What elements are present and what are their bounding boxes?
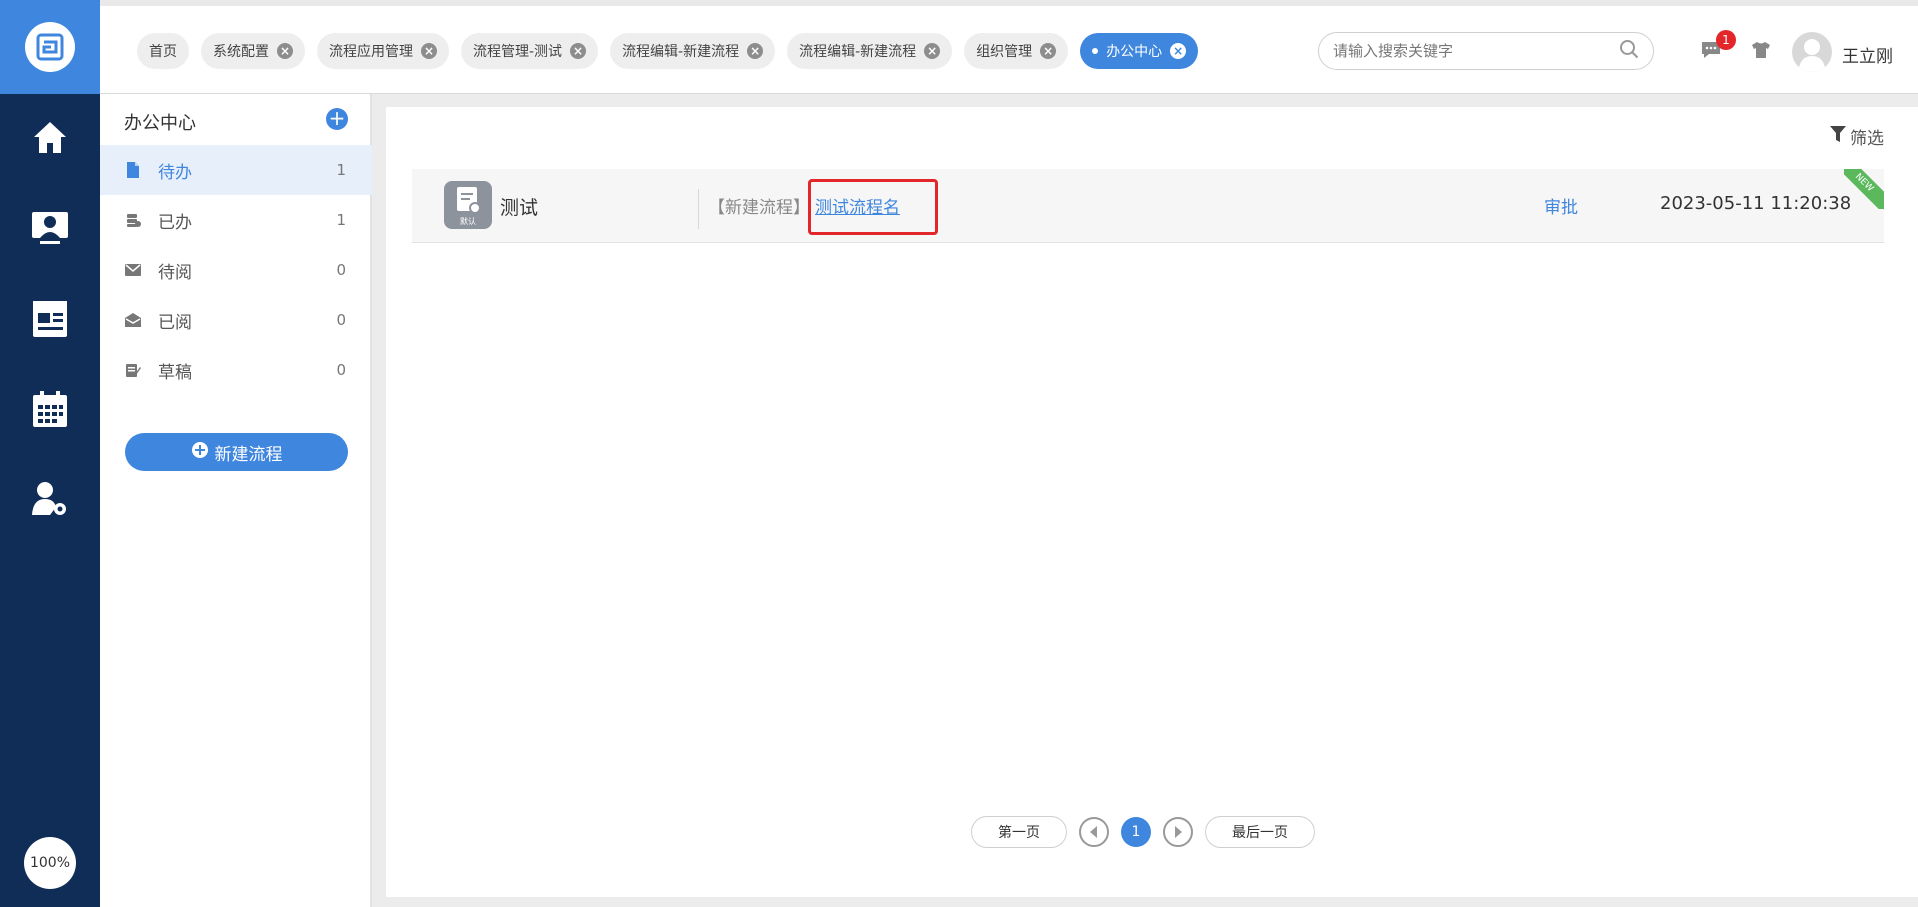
close-icon[interactable]: × <box>421 43 437 59</box>
sidebar-item-label: 已阅 <box>158 312 192 333</box>
avatar[interactable] <box>1792 32 1832 72</box>
close-icon[interactable]: × <box>747 43 764 59</box>
tab-label: 办公中心 <box>1106 44 1163 60</box>
sidebar-item-label: 待办 <box>158 162 192 183</box>
sidebar-item-count: 0 <box>336 311 346 329</box>
filter-button[interactable]: 筛选 <box>1830 124 1884 149</box>
home-icon[interactable] <box>0 107 100 167</box>
triangle-left-icon <box>1090 826 1097 838</box>
open-envelope-icon <box>124 311 142 329</box>
tab-process-management-test[interactable]: 流程管理-测试 × <box>461 33 599 69</box>
tab-process-app-management[interactable]: 流程应用管理 × <box>317 33 449 69</box>
sidebar-item-count: 0 <box>336 361 346 379</box>
page-number[interactable]: 1 <box>1121 817 1151 847</box>
triangle-right-icon <box>1175 826 1182 838</box>
sidebar-item-label: 草稿 <box>158 362 192 383</box>
left-rail: 100% <box>0 0 100 907</box>
divider <box>698 189 699 229</box>
tab-label: 组织管理 <box>976 44 1033 60</box>
filter-label: 筛选 <box>1850 129 1884 149</box>
sidebar-item-to-read[interactable]: 待阅 0 <box>100 245 372 295</box>
next-page-button[interactable] <box>1163 817 1193 847</box>
tab-org-management[interactable]: 组织管理 × <box>964 33 1069 69</box>
new-flow-label: 新建流程 <box>214 444 283 465</box>
notification-badge: 1 <box>1716 30 1736 50</box>
sidebar-item-drafts[interactable]: 草稿 0 <box>100 345 372 395</box>
new-flow-button[interactable]: 新建流程 <box>125 433 348 471</box>
edit-icon <box>124 361 142 379</box>
tab-strip: 首页 系统配置 × 流程应用管理 × 流程管理-测试 × 流程编辑-新建流程 × 流程编… <box>137 33 1199 69</box>
pagination: 第一页 1 最后一页 <box>971 816 1315 848</box>
envelope-icon <box>124 261 142 279</box>
user-settings-icon[interactable] <box>0 469 100 529</box>
plus-circle-icon <box>191 441 209 464</box>
tab-home[interactable]: 首页 <box>137 33 189 69</box>
timestamp: 2023-05-11 11:20:38 <box>1660 193 1852 214</box>
zoom-level[interactable]: 100% <box>24 837 76 889</box>
theme-button[interactable] <box>1750 40 1772 64</box>
tab-label: 流程编辑-新建流程 <box>622 44 740 60</box>
document-icon <box>124 161 142 179</box>
tab-label: 流程应用管理 <box>329 44 413 60</box>
app-logo[interactable] <box>0 0 100 94</box>
stack-icon <box>124 211 142 229</box>
app-icon-caption: 默认 <box>460 216 476 226</box>
tab-process-edit-2[interactable]: 流程编辑-新建流程 × <box>787 33 953 69</box>
news-icon[interactable] <box>0 289 100 349</box>
first-page-button[interactable]: 第一页 <box>971 816 1067 848</box>
last-page-button[interactable]: 最后一页 <box>1205 816 1315 848</box>
tab-process-edit-1[interactable]: 流程编辑-新建流程 × <box>610 33 776 69</box>
active-dot-icon <box>1092 48 1099 54</box>
top-bar: 首页 系统配置 × 流程应用管理 × 流程管理-测试 × 流程编辑-新建流程 × 流程编… <box>100 0 1918 94</box>
sidebar-item-label: 待阅 <box>158 262 192 283</box>
app-root: 100% 首页 系统配置 × 流程应用管理 × 流程管理-测试 × 流程编辑-新建流程… <box>0 0 1918 907</box>
tab-label: 流程管理-测试 <box>473 44 563 60</box>
shirt-icon <box>1752 42 1770 58</box>
logo-icon <box>25 22 75 72</box>
main-panel: 筛选 默认 测试 【新建流程】 测试流程名 审批 2023-05-11 11:2… <box>386 107 1918 897</box>
close-icon[interactable]: × <box>1170 43 1187 59</box>
sidebar-title: 办公中心 <box>124 113 196 134</box>
close-icon[interactable]: × <box>1040 43 1057 59</box>
close-icon[interactable]: × <box>277 43 293 59</box>
tab-label: 首页 <box>149 44 177 60</box>
sidebar: 办公中心 + 待办 1 已办 1 待阅 0 已阅 0 草稿 0 新建流程 <box>100 94 372 907</box>
sidebar-item-count: 0 <box>336 261 346 279</box>
tab-office-center[interactable]: 办公中心 × <box>1080 33 1199 69</box>
filter-icon <box>1830 125 1846 148</box>
app-icon: 默认 <box>444 181 492 229</box>
sidebar-item-count: 1 <box>336 161 346 179</box>
search-box <box>1318 32 1654 70</box>
sidebar-item-count: 1 <box>336 211 346 229</box>
approve-link[interactable]: 审批 <box>1544 193 1578 218</box>
sidebar-item-done[interactable]: 已办 1 <box>100 195 372 245</box>
search-icon[interactable] <box>1619 39 1639 63</box>
tab-label: 流程编辑-新建流程 <box>799 44 917 60</box>
sidebar-item-todo[interactable]: 待办 1 <box>100 145 372 195</box>
new-ribbon: NEW <box>1844 169 1884 209</box>
flow-type: 【新建流程】 <box>708 198 810 218</box>
prev-page-button[interactable] <box>1079 817 1109 847</box>
app-name: 测试 <box>500 197 539 219</box>
list-item[interactable]: 默认 测试 【新建流程】 测试流程名 审批 2023-05-11 11:20:3… <box>412 169 1884 243</box>
tab-system-config[interactable]: 系统配置 × <box>201 33 305 69</box>
message-button[interactable]: 1 <box>1700 30 1736 64</box>
close-icon[interactable]: × <box>924 43 941 59</box>
username[interactable]: 王立刚 <box>1842 42 1893 67</box>
calendar-icon[interactable] <box>0 379 100 439</box>
sidebar-item-read[interactable]: 已阅 0 <box>100 295 372 345</box>
add-button[interactable]: + <box>326 108 348 130</box>
monitor-user-icon[interactable] <box>0 198 100 258</box>
search-input[interactable] <box>1333 42 1619 60</box>
highlight-box <box>808 179 938 235</box>
sidebar-item-label: 已办 <box>158 212 192 233</box>
tab-label: 系统配置 <box>213 44 269 60</box>
close-icon[interactable]: × <box>570 43 587 59</box>
ribbon-label: NEW <box>1844 169 1884 209</box>
